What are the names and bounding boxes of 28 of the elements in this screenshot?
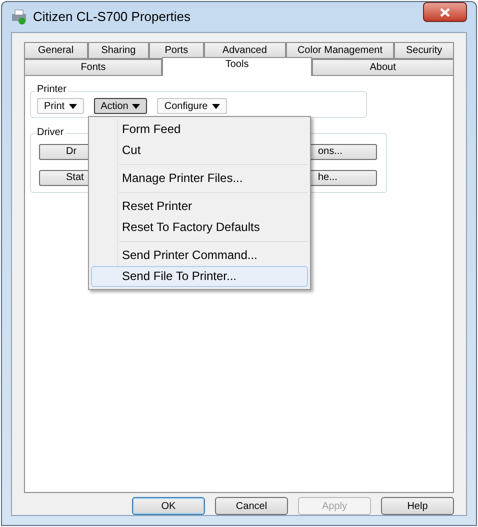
tab[interactable]: Sharing: [88, 42, 150, 59]
menu-item[interactable]: Send Printer Command...: [91, 245, 308, 266]
dialog-button[interactable]: Help: [381, 497, 454, 515]
menu-item[interactable]: Reset Printer: [91, 196, 308, 217]
tab[interactable]: Color Management: [286, 42, 394, 59]
dropdown-button[interactable]: Print: [37, 98, 84, 114]
tab[interactable]: Fonts: [24, 59, 162, 76]
tab[interactable]: About: [312, 59, 454, 76]
menu-item[interactable]: Manage Printer Files...: [91, 168, 308, 189]
close-icon: [440, 8, 450, 16]
dropdown-button[interactable]: Action: [94, 98, 148, 114]
dialog-button[interactable]: OK: [132, 497, 205, 515]
dialog-button[interactable]: Cancel: [215, 497, 288, 515]
menu-item[interactable]: Form Feed: [91, 119, 308, 140]
window-title: Citizen CL-S700 Properties: [33, 8, 191, 26]
tab[interactable]: Security: [394, 42, 454, 59]
caret-icon: [68, 104, 77, 108]
caret-icon: [212, 104, 220, 108]
close-button[interactable]: [423, 2, 467, 22]
menu-item[interactable]: Cut: [91, 140, 308, 161]
menu-item[interactable]: Send File To Printer...: [91, 266, 308, 287]
printer-icon: [11, 9, 27, 25]
caret-icon: [132, 104, 140, 108]
tab[interactable]: Ports: [149, 42, 204, 59]
dropdown-button[interactable]: Configure: [157, 98, 227, 114]
tab[interactable]: General: [24, 42, 88, 59]
tab[interactable]: Tools: [162, 57, 312, 76]
menu-item[interactable]: Reset To Factory Defaults: [91, 217, 308, 238]
